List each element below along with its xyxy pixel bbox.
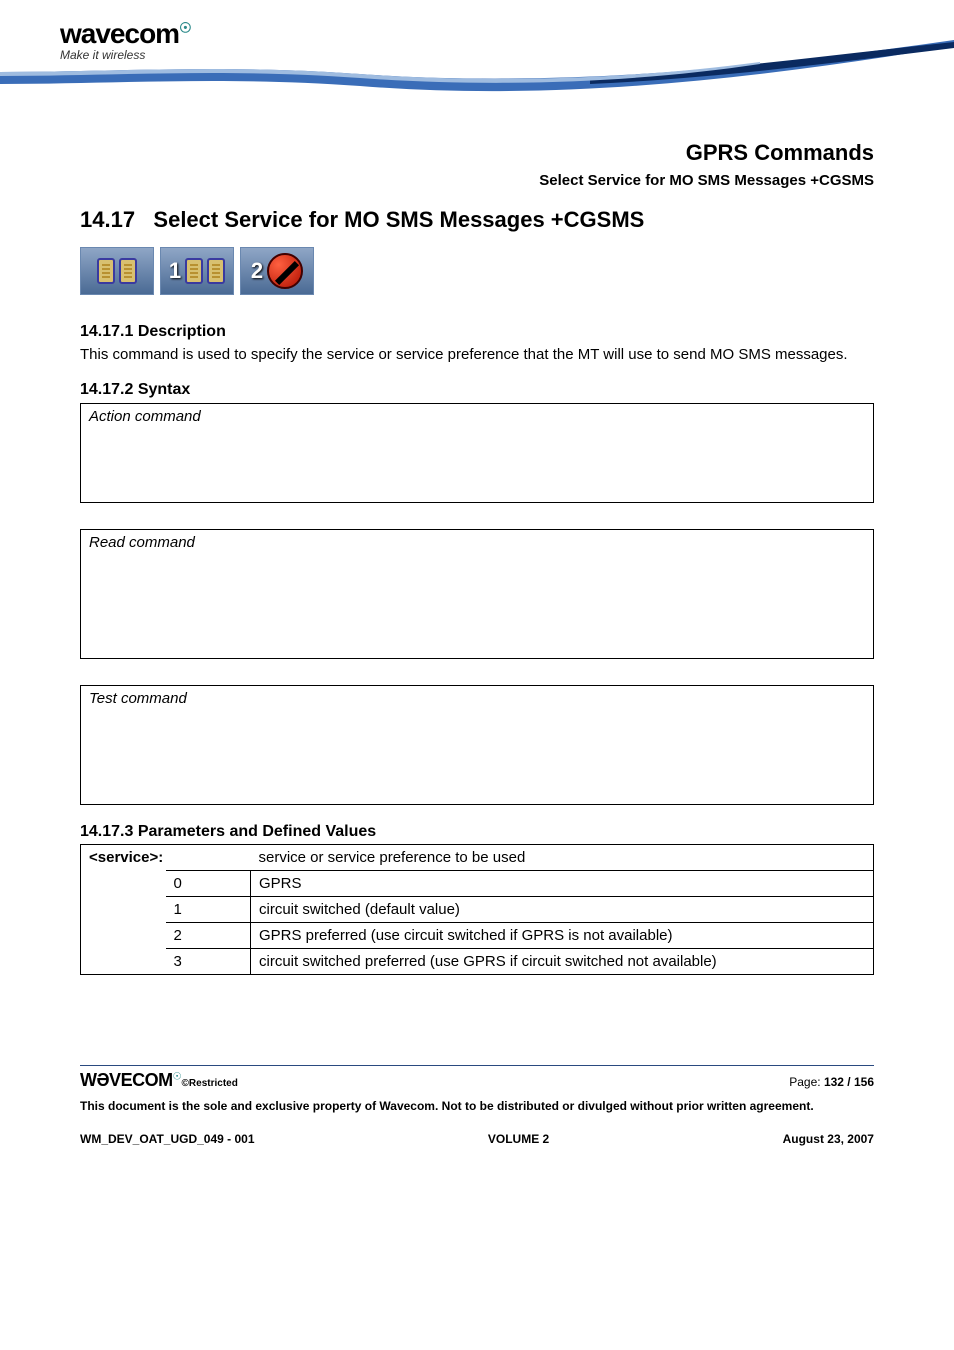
forbidden-icon: [267, 253, 303, 289]
support-icon-row: 1 2: [80, 247, 874, 295]
param-value: 0: [166, 871, 251, 897]
sim-icon: [207, 258, 225, 284]
test-command-label: Test command: [89, 690, 187, 707]
brand-tagline: Make it wireless: [60, 48, 191, 62]
page-label: Page:: [789, 1075, 824, 1089]
read-command-box: Read command: [80, 529, 874, 659]
footer-page: Page: 132 / 156: [789, 1075, 874, 1089]
footer-bottom-row: WM_DEV_OAT_UGD_049 - 001 VOLUME 2 August…: [80, 1132, 874, 1146]
description-text: This command is used to specify the serv…: [80, 345, 874, 365]
footer-restricted: ©Restricted: [182, 1078, 238, 1089]
table-row: 2 GPRS preferred (use circuit switched i…: [81, 923, 874, 949]
footer-notice: This document is the sole and exclusive …: [80, 1099, 874, 1114]
table-spacer: [81, 897, 166, 923]
param-desc: GPRS: [251, 871, 874, 897]
read-command-label: Read command: [89, 534, 195, 551]
table-spacer: [81, 923, 166, 949]
footer-brand: WƏVECOM: [80, 1070, 173, 1090]
footer-top-row: WƏVECOM☉©Restricted Page: 132 / 156: [80, 1070, 874, 1091]
param-desc: circuit switched (default value): [251, 897, 874, 923]
command-header: GPRS Commands Select Service for MO SMS …: [80, 140, 874, 189]
badge-number: 2: [251, 258, 263, 284]
badge-number: 1: [169, 258, 181, 284]
brand-text: wavecom: [60, 18, 179, 49]
brand-spiral-icon: ☉: [179, 20, 191, 36]
section-title: Select Service for MO SMS Messages +CGSM…: [153, 207, 644, 232]
param-desc: circuit switched preferred (use GPRS if …: [251, 949, 874, 975]
param-value: 2: [166, 923, 251, 949]
page-header: wavecom☉ Make it wireless: [0, 0, 954, 130]
action-command-label: Action command: [89, 408, 201, 425]
table-row: 1 circuit switched (default value): [81, 897, 874, 923]
section-heading: 14.17 Select Service for MO SMS Messages…: [80, 207, 874, 233]
table-header-row: <service>: service or service preference…: [81, 845, 874, 871]
sim-icon: [97, 258, 115, 284]
footer-date: August 23, 2007: [783, 1132, 874, 1146]
param-name: <service>:: [81, 845, 251, 871]
param-desc: GPRS preferred (use circuit switched if …: [251, 923, 874, 949]
action-command-box: Action command: [80, 403, 874, 503]
parameters-table: <service>: service or service preference…: [80, 844, 874, 975]
sim-icon: [119, 258, 137, 284]
footer-left: WƏVECOM☉©Restricted: [80, 1070, 238, 1091]
brand-logo: wavecom☉ Make it wireless: [60, 18, 191, 62]
footer-doc-id: WM_DEV_OAT_UGD_049 - 001: [80, 1132, 255, 1146]
parameters-heading: 14.17.3 Parameters and Defined Values: [80, 823, 874, 841]
section-number: 14.17: [80, 207, 135, 232]
footer-spiral-icon: ☉: [173, 1072, 182, 1083]
sim-pair-icon: [80, 247, 154, 295]
table-row: 0 GPRS: [81, 871, 874, 897]
param-summary: service or service preference to be used: [251, 845, 874, 871]
sim-badge-2-forbidden: 2: [240, 247, 314, 295]
table-spacer: [81, 949, 166, 975]
command-category: GPRS Commands: [80, 140, 874, 166]
test-command-box: Test command: [80, 685, 874, 805]
footer-volume: VOLUME 2: [488, 1132, 549, 1146]
footer-divider: [80, 1065, 874, 1066]
command-subtitle: Select Service for MO SMS Messages +CGSM…: [80, 172, 874, 189]
page-number: 132 / 156: [824, 1075, 874, 1089]
param-value: 1: [166, 897, 251, 923]
sim-badge-1: 1: [160, 247, 234, 295]
sim-icon: [185, 258, 203, 284]
description-heading: 14.17.1 Description: [80, 323, 874, 341]
syntax-heading: 14.17.2 Syntax: [80, 381, 874, 399]
table-spacer: [81, 871, 166, 897]
param-value: 3: [166, 949, 251, 975]
table-row: 3 circuit switched preferred (use GPRS i…: [81, 949, 874, 975]
